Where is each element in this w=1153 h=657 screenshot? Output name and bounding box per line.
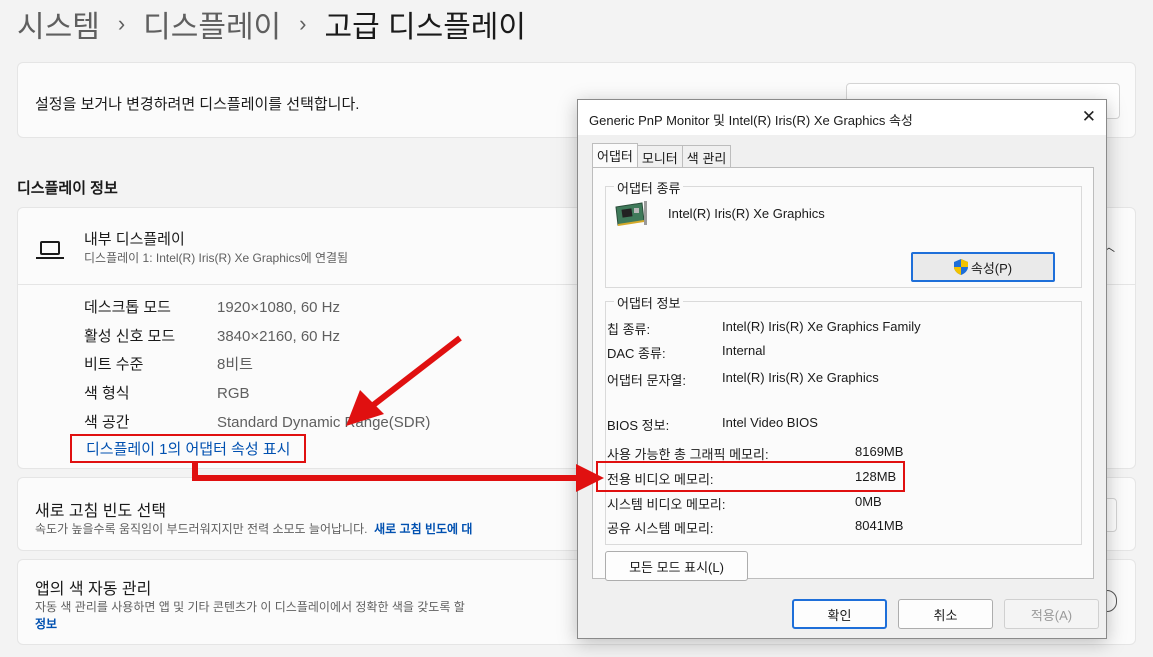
cancel-button[interactable]: 취소 [898, 599, 993, 629]
auto-color-info-link[interactable]: 정보 [35, 615, 57, 632]
info-row-color-format: 색 형식 RGB [84, 382, 250, 403]
info-key: 색 형식 [84, 385, 130, 402]
breadcrumb-separator: › [117, 11, 126, 36]
refresh-rate-help-link[interactable]: 새로 고침 빈도에 대 [374, 522, 472, 536]
info-value: 8비트 [217, 356, 253, 373]
dialog-title: Generic PnP Monitor 및 Intel(R) Iris(R) X… [589, 113, 913, 128]
auto-color-title: 앱의 색 자동 관리 [35, 581, 152, 598]
info-value: RGB [217, 385, 250, 402]
info-key: 어댑터 문자열: [607, 373, 686, 388]
memory-value: 8169MB [855, 444, 904, 459]
adapter-info-label: 어댑터 정보 [614, 293, 684, 312]
info-value: Intel Video BIOS [722, 415, 818, 430]
info-chip-type: 칩 종류: Intel(R) Iris(R) Xe Graphics Famil… [607, 319, 921, 338]
info-row-color-space: 색 공간 Standard Dynamic Range(SDR) [84, 411, 430, 432]
dedicated-memory-highlight [596, 461, 905, 492]
ok-button[interactable]: 확인 [792, 599, 887, 629]
display-info-section-title: 디스플레이 정보 [17, 180, 118, 197]
auto-color-description: 자동 색 관리를 사용하면 앱 및 기타 콘텐츠가 이 디스플레이에서 정확한 … [35, 600, 465, 614]
info-key: 비트 수준 [84, 356, 144, 373]
info-row-active-signal: 활성 신호 모드 3840×2160, 60 Hz [84, 325, 340, 346]
info-key: BIOS 정보: [607, 418, 670, 433]
display-name: 내부 디스플레이 [84, 231, 185, 248]
breadcrumb: 시스템 › 디스플레이 › 고급 디스플레이 [17, 4, 526, 44]
adapter-type-group: 어댑터 종류 Intel(R) Iris(R) Xe Graphics 속성(P… [605, 178, 1082, 288]
info-bios: BIOS 정보: Intel Video BIOS [607, 415, 818, 434]
adapter-properties-label: 속성(P) [970, 260, 1013, 276]
tab-color-management[interactable]: 색 관리 [681, 145, 732, 167]
refresh-rate-title: 새로 고침 빈도 선택 [35, 503, 167, 520]
adapter-name: Intel(R) Iris(R) Xe Graphics [668, 206, 825, 221]
display-connection: 디스플레이 1: Intel(R) Iris(R) Xe Graphics에 연… [84, 251, 349, 265]
info-value: Internal [722, 343, 766, 358]
breadcrumb-display[interactable]: 디스플레이 [143, 2, 281, 46]
memory-shared: 공유 시스템 메모리: 8041MB [607, 518, 903, 537]
memory-key: 공유 시스템 메모리: [607, 521, 714, 536]
info-key: DAC 종류: [607, 346, 666, 361]
laptop-base-icon [36, 257, 64, 259]
graphics-card-icon [615, 201, 647, 226]
memory-value: 0MB [855, 494, 882, 509]
breadcrumb-separator: › [299, 11, 307, 36]
info-value: 3840×2160, 60 Hz [217, 328, 341, 345]
adapter-properties-dialog: Generic PnP Monitor 및 Intel(R) Iris(R) X… [577, 99, 1107, 639]
info-adapter-string: 어댑터 문자열: Intel(R) Iris(R) Xe Graphics [607, 370, 879, 389]
info-key: 데스크톱 모드 [84, 299, 171, 316]
memory-key: 사용 가능한 총 그래픽 메모리: [607, 447, 769, 462]
info-value: Standard Dynamic Range(SDR) [217, 414, 431, 431]
info-row-bit-depth: 비트 수준 8비트 [84, 353, 253, 374]
info-key: 칩 종류: [607, 322, 651, 337]
page-title: 고급 디스플레이 [324, 11, 527, 44]
adapter-tab-panel: 어댑터 종류 Intel(R) Iris(R) Xe Graphics 속성(P… [592, 167, 1094, 579]
memory-key: 시스템 비디오 메모리: [607, 497, 726, 512]
breadcrumb-system[interactable]: 시스템 [17, 2, 100, 46]
close-icon[interactable]: ✕ [1082, 107, 1096, 127]
info-row-desktop-mode: 데스크톱 모드 1920×1080, 60 Hz [84, 296, 340, 317]
info-value: Intel(R) Iris(R) Xe Graphics Family [722, 319, 921, 334]
adapter-type-label: 어댑터 종류 [614, 178, 684, 197]
memory-value: 8041MB [855, 518, 904, 533]
apply-button[interactable]: 적용(A) [1004, 599, 1099, 629]
info-key: 활성 신호 모드 [84, 328, 176, 345]
laptop-icon [40, 241, 60, 255]
adapter-properties-link[interactable]: 디스플레이 1의 어댑터 속성 표시 [70, 434, 307, 463]
info-key: 색 공간 [84, 414, 130, 431]
tab-adapter[interactable]: 어댑터 [592, 143, 638, 167]
select-display-text: 설정을 보거나 변경하려면 디스플레이를 선택합니다. [35, 96, 360, 113]
info-value: Intel(R) Iris(R) Xe Graphics [722, 370, 879, 385]
adapter-properties-button[interactable]: 속성(P) [911, 252, 1055, 282]
tab-monitor[interactable]: 모니터 [636, 145, 683, 167]
list-all-modes-button[interactable]: 모든 모드 표시(L) [605, 551, 748, 581]
uac-shield-icon [953, 259, 968, 275]
dialog-titlebar[interactable]: Generic PnP Monitor 및 Intel(R) Iris(R) X… [578, 100, 1106, 135]
refresh-rate-desc-text: 속도가 높을수록 움직임이 부드러워지지만 전력 소모도 늘어납니다. [35, 522, 368, 536]
refresh-rate-description: 속도가 높을수록 움직임이 부드러워지지만 전력 소모도 늘어납니다. 새로 고… [35, 520, 472, 537]
info-value: 1920×1080, 60 Hz [217, 299, 341, 316]
memory-system-video: 시스템 비디오 메모리: 0MB [607, 494, 882, 513]
dialog-tabs: 어댑터 모니터 색 관리 [592, 143, 732, 167]
info-dac-type: DAC 종류: Internal [607, 343, 765, 362]
